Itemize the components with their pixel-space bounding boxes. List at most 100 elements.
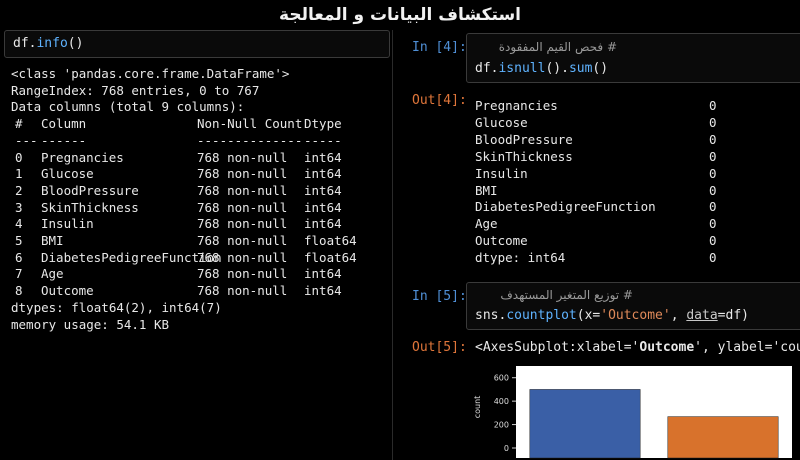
- table-row-idx: 7: [15, 266, 23, 282]
- null-count-label: SkinThickness: [475, 148, 573, 164]
- countplot-chart: 020040060001countOutcome: [473, 366, 792, 459]
- y-axis-label: count: [473, 396, 482, 419]
- info-header-line: <class 'pandas.core.frame.DataFrame'>: [11, 66, 290, 81]
- table-row-column: Glucose: [41, 166, 94, 182]
- code-function: sum: [568, 61, 593, 76]
- table-row-count: 768 non-null: [197, 182, 288, 198]
- table-row-dtype: int64: [304, 199, 342, 215]
- null-count-label: BMI: [475, 182, 498, 198]
- code-prefix: df.: [13, 36, 37, 51]
- info-header: <class 'pandas.core.frame.DataFrame'> Ran…: [11, 66, 391, 116]
- null-count-value: 0: [709, 216, 717, 232]
- table-row-count: 768 non-null: [197, 166, 288, 182]
- table-row-column: SkinThickness: [41, 199, 139, 215]
- code-suffix: (): [67, 36, 84, 51]
- bar-0: [529, 389, 641, 459]
- out5-text-xlabel: Outcome: [639, 340, 695, 355]
- table-row-column: Age: [41, 266, 64, 282]
- bar-1: [667, 416, 779, 459]
- table-row-dtype: int64: [304, 182, 342, 198]
- table-header-dtype: Dtype: [304, 116, 342, 132]
- table-row-idx: 6: [15, 249, 23, 265]
- y-tick-label: 600: [494, 374, 509, 383]
- table-row-dtype: int64: [304, 266, 342, 282]
- y-tick-label: 200: [494, 421, 509, 430]
- info-output: <class 'pandas.core.frame.DataFrame'> Ran…: [11, 66, 391, 333]
- out5-prompt: Out[5]:: [412, 340, 467, 355]
- table-row-dtype: int64: [304, 283, 342, 299]
- null-count-label: dtype: int64: [475, 250, 566, 266]
- in5-prompt: In [5]:: [412, 289, 467, 304]
- in4-prompt: In [4]:: [412, 40, 467, 55]
- null-count-value: 0: [709, 131, 717, 147]
- null-count-value: 0: [709, 148, 717, 164]
- table-row-dtype: float64: [304, 233, 357, 248]
- code-cell-info[interactable]: df.info(): [4, 30, 390, 58]
- null-count-value: 0: [709, 199, 717, 215]
- table-row-idx: 1: [15, 166, 23, 182]
- table-row-idx: 5: [15, 233, 23, 248]
- table-row-count: 768 non-null: [197, 249, 288, 265]
- table-row-column: BMI: [41, 233, 64, 248]
- table-row-column: Insulin: [41, 216, 94, 232]
- code-function: info: [36, 36, 68, 51]
- table-separator-dtype: -----: [304, 132, 342, 148]
- code-cell-isnull[interactable]: # فحص القيم المفقودة df.isnull().sum(): [466, 33, 800, 83]
- info-footer-line: memory usage: 54.1 KB: [11, 316, 170, 332]
- null-count-value: 0: [709, 250, 717, 266]
- table-row-count: 768 non-null: [197, 283, 288, 299]
- code-line: sns.countplot(x='Outcome', data=df): [475, 308, 749, 323]
- table-row-count: 768 non-null: [197, 233, 288, 248]
- null-count-label: BloodPressure: [475, 131, 573, 147]
- table-row-idx: 8: [15, 283, 23, 299]
- null-count-value: 0: [709, 182, 717, 198]
- table-separator-idx: ---: [15, 132, 38, 148]
- table-header-column: Column: [41, 116, 87, 132]
- out5-text: <AxesSubplot:xlabel='Outcome', ylabel='c…: [475, 340, 800, 355]
- code-prefix: df.: [475, 61, 499, 76]
- table-row-idx: 0: [15, 149, 23, 165]
- code-line: df.info(): [13, 36, 83, 51]
- out5-text-c: ', ylabel='count: [694, 340, 800, 355]
- table-separator-column: ------: [41, 132, 87, 148]
- table-row-column: Pregnancies: [41, 149, 124, 165]
- null-count-label: Glucose: [475, 114, 528, 130]
- table-row-column: Outcome: [41, 283, 94, 299]
- table-header-idx: #: [15, 116, 23, 132]
- table-row-count: 768 non-null: [197, 266, 288, 282]
- code-prefix: sns.: [475, 308, 507, 323]
- null-count-label: Age: [475, 216, 498, 232]
- code-function: countplot: [506, 308, 577, 323]
- table-row-dtype: int64: [304, 216, 342, 232]
- code-comment: # توزيع المتغير المستهدف: [500, 288, 633, 302]
- page-title: استكشاف البيانات و المعالجة: [279, 5, 521, 25]
- table-row-column: BloodPressure: [41, 182, 139, 198]
- table-row-column: DiabetesPedigreeFunction: [41, 249, 222, 265]
- table-row-idx: 4: [15, 216, 23, 232]
- info-header-line: Data columns (total 9 columns):: [11, 99, 245, 115]
- code-part: =df): [717, 308, 749, 323]
- code-cell-countplot[interactable]: # توزيع المتغير المستهدف sns.countplot(x…: [466, 282, 800, 330]
- code-string: 'Outcome': [600, 308, 671, 323]
- null-count-value: 0: [709, 233, 717, 249]
- table-row-count: 768 non-null: [197, 216, 288, 232]
- code-comment: # فحص القيم المفقودة: [498, 40, 617, 54]
- code-mid: ().: [545, 61, 569, 76]
- code-suffix: (): [592, 61, 609, 76]
- null-count-value: 0: [709, 114, 717, 130]
- table-row-dtype: int64: [304, 149, 342, 165]
- code-keyword: data: [686, 308, 718, 323]
- table-row-count: 768 non-null: [197, 149, 288, 165]
- code-part: (x=: [576, 308, 601, 323]
- column-divider: [392, 30, 393, 460]
- code-part: ,: [670, 308, 687, 323]
- info-table: # Column Non-Null Count Dtype --- ------ -----…: [11, 116, 391, 300]
- code-line: df.isnull().sum(): [475, 61, 608, 76]
- table-separator-count: --------------: [197, 132, 303, 148]
- table-row-idx: 2: [15, 182, 23, 198]
- out4-prompt: Out[4]:: [412, 93, 467, 108]
- code-function: isnull: [498, 61, 546, 76]
- null-count-label: Insulin: [475, 165, 528, 181]
- info-footer-line: dtypes: float64(2), int64(7): [11, 299, 222, 315]
- table-header-count: Non-Null Count: [197, 116, 303, 132]
